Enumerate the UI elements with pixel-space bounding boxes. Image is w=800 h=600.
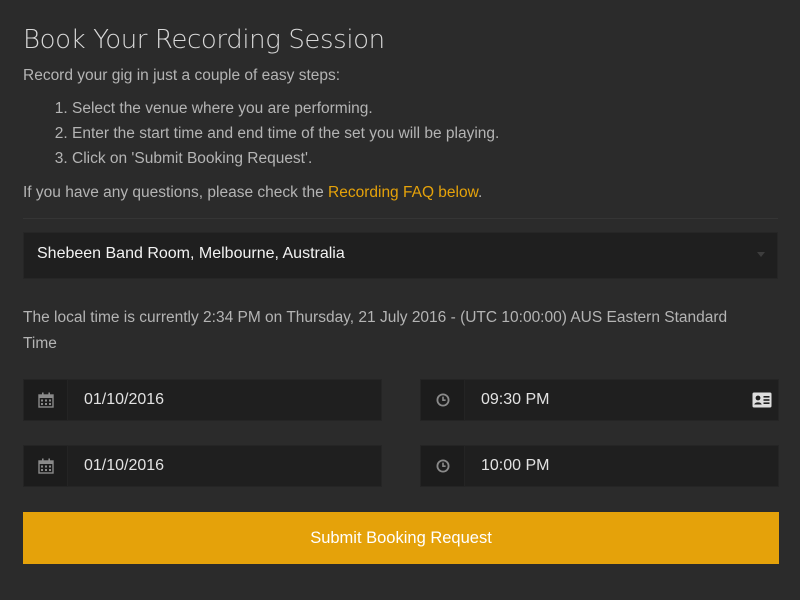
venue-selected-value: Shebeen Band Room, Melbourne, Australia (37, 245, 345, 262)
faq-link[interactable]: Recording FAQ below (328, 184, 478, 201)
page-title: Book Your Recording Session (23, 25, 385, 55)
start-time-value: 09:30 PM (481, 391, 550, 408)
end-time-input[interactable]: 10:00 PM (465, 445, 779, 487)
start-date-input[interactable]: 01/10/2016 (68, 379, 382, 421)
clock-icon[interactable] (420, 445, 465, 487)
step-item: Click on 'Submit Booking Request'. (72, 146, 778, 171)
calendar-icon[interactable] (23, 445, 68, 487)
questions-prefix: If you have any questions, please check … (23, 184, 329, 201)
divider (23, 218, 778, 219)
start-row: 01/10/2016 09:30 PM (23, 379, 779, 421)
end-row: 01/10/2016 10:00 PM (23, 445, 779, 487)
step-item: Select the venue where you are performin… (72, 96, 778, 121)
step-item: Enter the start time and end time of the… (72, 121, 778, 146)
end-date-input[interactable]: 01/10/2016 (68, 445, 382, 487)
booking-page: Book Your Recording Session Record your … (0, 0, 800, 600)
calendar-icon[interactable] (23, 379, 68, 421)
clock-icon[interactable] (420, 379, 465, 421)
start-time-input[interactable]: 09:30 PM (465, 379, 779, 421)
local-time-text: The local time is currently 2:34 PM on T… (23, 309, 728, 352)
start-time-group: 09:30 PM (420, 379, 779, 421)
questions-suffix: . (477, 184, 483, 201)
questions-text: If you have any questions, please check … (23, 181, 778, 205)
contact-card-icon[interactable] (752, 392, 772, 413)
intro-text: Record your gig in just a couple of easy… (23, 67, 341, 84)
submit-booking-button[interactable]: Submit Booking Request (23, 512, 779, 564)
steps-list: Select the venue where you are performin… (23, 96, 778, 171)
start-date-group: 01/10/2016 (23, 379, 382, 421)
end-time-group: 10:00 PM (420, 445, 779, 487)
venue-select[interactable]: Shebeen Band Room, Melbourne, Australia (23, 232, 778, 279)
chevron-down-icon (757, 252, 765, 257)
end-date-group: 01/10/2016 (23, 445, 382, 487)
